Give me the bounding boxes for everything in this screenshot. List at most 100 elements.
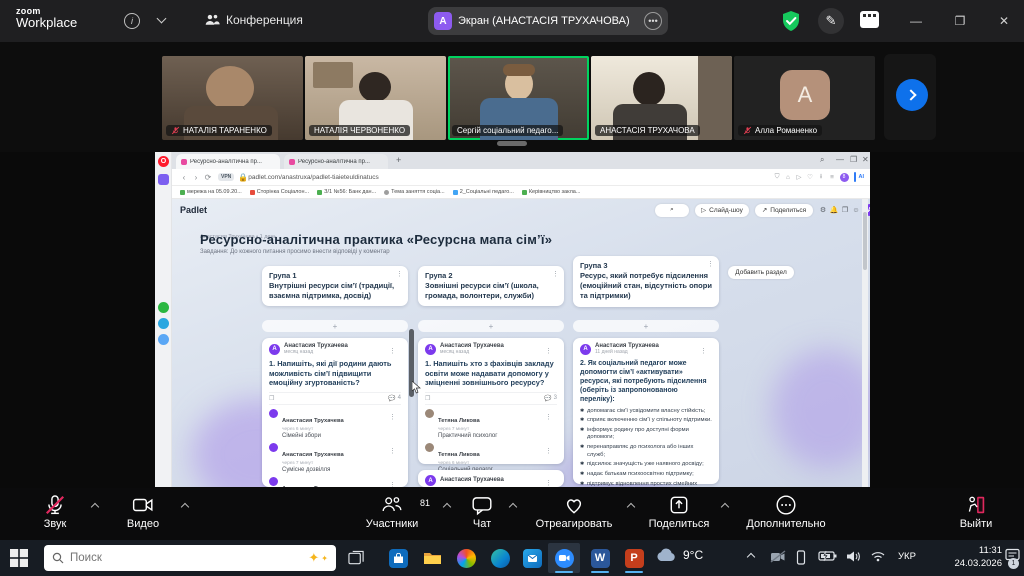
weather-widget[interactable]: 9°C [655,547,703,563]
filmstrip-drag-handle[interactable] [497,141,527,146]
comment-menu-icon[interactable]: ⋮ [389,447,396,455]
messenger-icon[interactable] [158,334,169,345]
gear-icon[interactable]: ⚙ [818,206,828,214]
padlet-share-button[interactable]: ↗Поделиться [755,204,813,217]
word-app-icon[interactable]: W [584,543,616,573]
column-menu-icon[interactable]: ⋮ [552,270,559,278]
browser-search-icon[interactable]: ⌕ [820,155,824,165]
audio-options-chevron[interactable] [91,503,99,511]
tab-more-icon[interactable]: ••• [644,12,662,30]
copy-post-icon[interactable]: ❐ [269,395,274,402]
participant-tile[interactable]: НАТАЛІЯ ЧЕРВОНЕНКО [305,56,446,140]
powerpoint-app-icon[interactable]: P [618,543,650,573]
bookmark-icon[interactable]: ⛉ [772,173,783,181]
share-screen-button[interactable]: Поделиться [640,494,718,530]
participants-options-chevron[interactable] [443,503,451,511]
column-header-group2[interactable]: ⋮ Група 2 Зовнішні ресурси сім’ї (школа,… [418,266,564,306]
add-post-button[interactable]: + [573,320,719,332]
menu-icon[interactable]: ≡ [827,174,838,181]
participant-tile[interactable]: НАТАЛІЯ ТАРАНЕНКО [162,56,303,140]
copy-icon[interactable]: ❐ [840,206,850,214]
edge-browser-icon[interactable] [484,543,516,573]
task-view-icon[interactable] [348,550,365,566]
participant-tile-active-speaker[interactable]: Сергій соціальний педаго... [448,56,589,140]
post-menu-icon[interactable]: ⋮ [700,347,707,355]
page-scrollbar-thumb[interactable] [863,212,867,270]
browser-tab[interactable]: Ресурсно-аналітична пр... [284,154,388,169]
close-button[interactable]: ✕ [990,10,1018,32]
phone-link-tray-icon[interactable] [796,550,806,565]
leave-button[interactable]: Выйти [944,494,1008,530]
player-icon[interactable]: ▷ [794,173,805,181]
comment-menu-icon[interactable]: ⋮ [545,413,552,421]
participant-tile[interactable]: АНАСТАСІЯ ТРУХАЧОВА [591,56,732,140]
post-card-partial[interactable]: А Анастасия Трухачева ⋮ [418,470,564,487]
outlook-app-icon[interactable] [516,543,548,573]
react-options-chevron[interactable] [627,503,635,511]
padlet-search-button[interactable]: ⌕ [655,204,689,217]
column-header-group1[interactable]: ⋮ Група 1 Внутрішні ресурси сім’ї (тради… [262,266,408,306]
add-post-button[interactable]: + [418,320,564,332]
apps-grid-icon[interactable] [860,11,879,28]
post-menu-icon[interactable]: ⋮ [389,347,396,355]
opera-logo-icon[interactable]: O [158,156,169,167]
post-card-group3[interactable]: А Анастасия Трухачева 11 дней назад ⋮ 2.… [573,338,719,484]
comment-menu-icon[interactable]: ⋮ [545,447,552,455]
share-options-chevron[interactable] [721,503,729,511]
add-section-button[interactable]: Добавить раздел [728,266,794,279]
padlet-logo[interactable]: Padlet [180,205,207,215]
column-menu-icon[interactable]: ⋮ [707,260,714,268]
camera-off-tray-icon[interactable] [770,550,786,563]
restore-button[interactable]: ❐ [946,10,974,32]
copilot-m365-icon[interactable] [450,543,482,573]
browser-close-icon[interactable]: ✕ [862,155,869,164]
meeting-info-icon[interactable]: i [124,13,140,29]
screen-share-tab[interactable]: A Экран (АНАСТАСІЯ ТРУХАЧОВА) ••• [428,7,668,35]
user-icon[interactable]: ☺ [851,207,861,214]
security-shield-icon[interactable] [780,10,802,32]
network-tray-icon[interactable] [870,550,886,562]
sidebar-toggle-icon[interactable] [854,172,856,182]
hidden-icons-chevron[interactable] [747,553,755,561]
post-card-group1[interactable]: А Анастасия Трухачева месяц назад ⋮ 1. Н… [262,338,408,487]
post-card-group2[interactable]: А Анастасия Трухачева месяц назад ⋮ 1. Н… [418,338,564,464]
video-button[interactable]: Видео [108,494,178,530]
extensions-icon[interactable]: ⌂ [783,174,794,181]
aria-ai-button[interactable]: AI [859,174,865,180]
post-menu-icon[interactable]: ⋮ [545,479,552,487]
language-indicator[interactable]: УКР [898,551,916,562]
bell-icon[interactable]: 🔔 [829,206,839,214]
column-header-group3[interactable]: ⋮ Група 3 Ресурс, який потребує підсилен… [573,256,719,307]
next-videos-button[interactable] [896,79,928,111]
speaker-tray-icon[interactable] [846,550,862,563]
new-tab-button[interactable]: + [396,155,401,165]
bookmark-item[interactable]: 2_Соціальні педаго... [453,189,514,195]
bookmark-item[interactable]: Керівництво закла... [522,189,581,195]
start-button[interactable] [10,549,28,567]
add-post-button[interactable]: + [262,320,408,332]
workspace-icon[interactable] [158,174,169,185]
minimize-button[interactable]: — [902,10,930,32]
profile-avatar[interactable]: 8 [840,173,849,182]
forward-icon[interactable]: › [190,173,202,182]
download-icon[interactable]: ⭳ [816,172,827,183]
annotate-icon[interactable]: ✎ [818,8,844,34]
chat-options-chevron[interactable] [509,503,517,511]
post-menu-icon[interactable]: ⋮ [545,347,552,355]
slideshow-button[interactable]: ▷Слайд-шоу [695,204,749,217]
back-icon[interactable]: ‹ [178,173,190,182]
bookmark-item[interactable]: Сторінка Соціалон... [250,189,309,195]
chevron-down-icon[interactable] [157,14,167,24]
audio-button[interactable]: Звук [22,494,88,530]
heart-collections-icon[interactable]: ♡ [805,173,816,181]
address-bar[interactable]: padlet.com/anastruxa/padlet-tiaieteuldin… [248,174,771,181]
chat-button[interactable]: Чат [458,494,506,530]
file-explorer-icon[interactable] [416,543,448,573]
more-button[interactable]: Дополнительно [736,494,836,530]
comment-menu-icon[interactable]: ⋮ [389,413,396,421]
battery-tray-icon[interactable] [818,550,838,562]
bookmark-item[interactable]: мережа на 05.09.20... [180,189,242,195]
reload-icon[interactable]: ⟳ [202,173,214,182]
browser-restore-icon[interactable]: ❐ [850,155,857,164]
comment-menu-icon[interactable]: ⋮ [389,481,396,487]
